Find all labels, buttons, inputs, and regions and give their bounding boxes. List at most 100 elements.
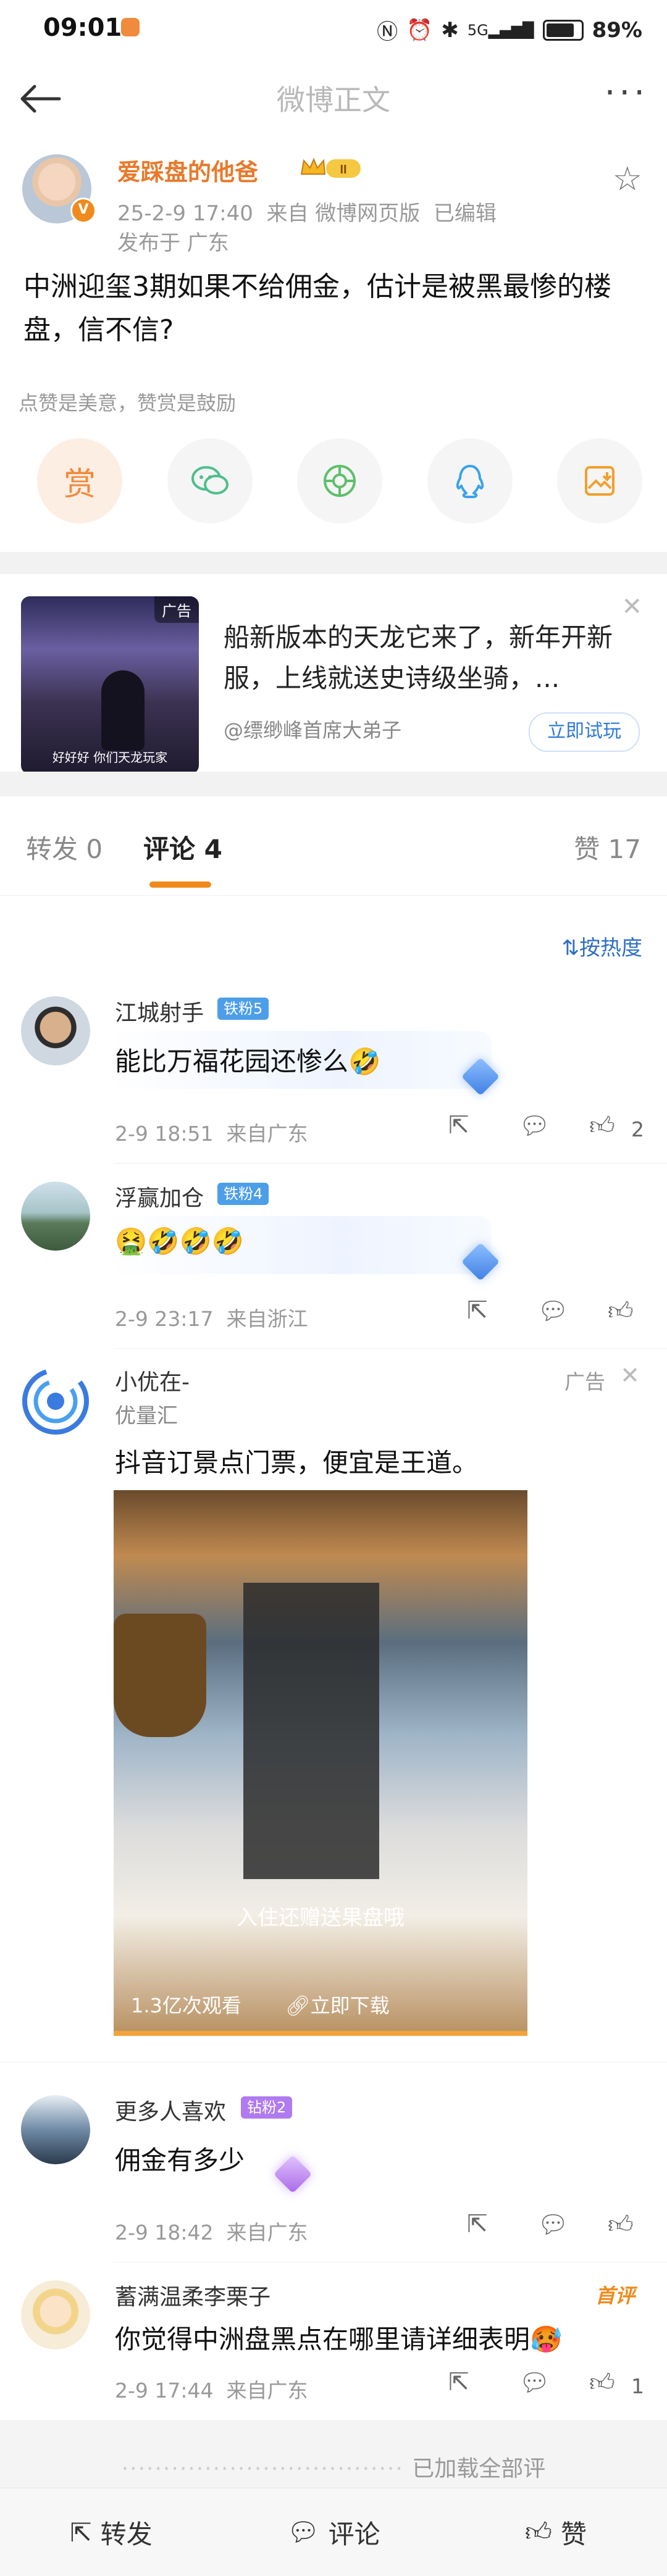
battery-percent: 89% [592, 17, 642, 43]
favorite-star-icon[interactable]: ☆ [613, 159, 642, 198]
ad-banner[interactable]: 广告 好好好 你们天龙玩家 船新版本的天龙它来了，新年开新服，上线就送史诗级坐骑… [0, 574, 667, 774]
sort-icon: ⇅ [561, 936, 580, 961]
close-icon[interactable]: ✕ [621, 593, 642, 621]
close-icon[interactable]: ✕ [620, 1362, 640, 1389]
comment-meta: 2-9 23:17 来自浙江 [115, 1307, 308, 1331]
tab-likes[interactable]: 赞 17 [574, 828, 641, 866]
comment-meta: 2-9 18:42 来自广东 [115, 2220, 308, 2245]
commenter-avatar[interactable] [21, 996, 90, 1065]
commenter-name[interactable]: 江城射手 [115, 995, 204, 1027]
first-comment-badge: 首评 [595, 2284, 635, 2307]
battery-icon [542, 19, 584, 41]
commenter-avatar[interactable] [21, 2095, 90, 2164]
repost-icon[interactable]: ⇱ [467, 1296, 488, 1325]
post-location: 发布于 广东 [117, 231, 229, 256]
reply-icon[interactable]: 💬︎ [519, 2368, 550, 2397]
comment-meta: 2-9 17:44 来自广东 [115, 2378, 308, 2403]
comment-icon: 💬︎ [287, 2517, 320, 2547]
video-progress [114, 2031, 527, 2036]
ad-tag: 广告 [154, 596, 199, 623]
interaction-tabs: 转发 0 评论 4 赞 17 [0, 796, 667, 896]
repost-icon[interactable]: ⇱ [448, 2368, 469, 2396]
comment-text: 能比万福花园还惨么🤣 [115, 1046, 381, 1077]
like-icon[interactable]: 👍︎ [608, 2210, 634, 2240]
diamond-icon [273, 2154, 313, 2194]
sort-by-hot[interactable]: ⇅按热度 [562, 931, 643, 961]
reward-icon[interactable]: 赏 [37, 438, 122, 523]
ad-tag: 广告 [564, 1370, 605, 1394]
video-caption: 入住还赠送果盘哦 [237, 1906, 405, 1930]
ad-try-button[interactable]: 立即试玩 [529, 712, 640, 752]
nfc-icon: Ⓝ [377, 20, 398, 44]
repost-icon: ⇱ [70, 2517, 92, 2548]
comment-text: 🤮🤣🤣🤣 [115, 1226, 245, 1256]
wechat-icon[interactable] [167, 438, 253, 523]
author-name[interactable]: 爱踩盘的他爸 [117, 153, 258, 187]
like-icon[interactable]: 👍︎ [589, 2368, 615, 2398]
ad-commenter-sub: 优量汇 [115, 1404, 178, 1428]
divider [115, 1163, 667, 1164]
tab-comments[interactable]: 评论 4 [143, 828, 222, 866]
status-time: 09:01 [43, 14, 122, 42]
svg-text:II: II [340, 163, 346, 177]
ad-source: @缥缈峰首席大弟子 [224, 719, 402, 742]
verified-icon: V [70, 198, 96, 223]
signal-icon: 5G▂▄▆█ [467, 21, 534, 39]
comment-text: 佣金有多少 [115, 2145, 245, 2175]
link-icon: 🔗︎ [285, 1994, 311, 2017]
ad-comment-text: 抖音订景点门票，便宜是王道。 [115, 1448, 479, 1478]
app-notification-icon [121, 18, 140, 36]
status-icons: Ⓝ ⏰ ✱ 5G▂▄▆█ 89% [377, 15, 642, 45]
fan-badge: 铁粉5 [217, 998, 269, 1020]
repost-icon[interactable]: ⇱ [448, 1111, 469, 1140]
fan-badge: 钻粉2 [241, 2096, 293, 2119]
reply-icon[interactable]: 💬︎ [537, 1296, 569, 1325]
comment-meta: 2-9 18:51 来自广东 [115, 1122, 308, 1146]
post-meta: 25-2-9 17:40 来自 微博网页版 已编辑 [117, 196, 497, 227]
ad-avatar[interactable] [21, 1367, 90, 1436]
reply-icon[interactable]: 💬︎ [537, 2210, 569, 2239]
repost-button[interactable]: ⇱ 转发 [0, 2488, 222, 2576]
commenter-avatar[interactable] [21, 1182, 90, 1251]
reward-tip: 点赞是美意，赞赏是鼓励 [19, 391, 237, 415]
post-text: 中洲迎玺3期如果不给佣金，估计是被黑最惨的楼盘，信不信? [23, 271, 611, 346]
like-icon[interactable]: 👍︎ [589, 1111, 615, 1141]
section-gap [0, 552, 667, 574]
tab-repost[interactable]: 转发 0 [26, 828, 103, 866]
ad-text: 船新版本的天龙它来了，新年开新服，上线就送史诗级坐骑，... [224, 622, 613, 693]
post-edited[interactable]: 已编辑 [434, 201, 497, 226]
download-link[interactable]: 🔗︎立即下载 [285, 1990, 390, 2019]
save-image-icon[interactable] [557, 438, 642, 523]
commenter-name[interactable]: 更多人喜欢 [115, 2094, 226, 2126]
moments-icon[interactable] [297, 438, 382, 523]
commenter-name[interactable]: 浮赢加仓 [115, 1180, 204, 1212]
tab-indicator [149, 882, 211, 888]
fan-badge: 铁粉4 [217, 1183, 269, 1205]
page-title: 微博正文 [277, 83, 390, 117]
post-card: V 爱踩盘的他爸 II 25-2-9 17:40 来自 微博网页版 已编辑 发布… [0, 136, 667, 549]
commenter-name[interactable]: 蓄满温柔李栗子 [115, 2279, 271, 2311]
repost-icon[interactable]: ⇱ [467, 2210, 488, 2238]
status-bar: 09:01 Ⓝ ⏰ ✱ 5G▂▄▆█ 89% [0, 0, 667, 62]
post-time: 25-2-9 17:40 [117, 201, 253, 226]
comment-button[interactable]: 💬︎ 评论 [222, 2488, 445, 2576]
divider [115, 1348, 667, 1349]
commenter-avatar[interactable] [21, 2280, 90, 2349]
nav-bar: 微博正文 ··· [0, 62, 667, 136]
ad-commenter-name[interactable]: 小优在- [115, 1364, 190, 1396]
reply-icon[interactable]: 💬︎ [519, 1111, 550, 1140]
bluetooth-icon: ✱ [441, 17, 459, 43]
share-row: 赏 [37, 438, 642, 523]
view-count: 1.3亿次观看 [131, 1994, 241, 2017]
like-icon[interactable]: 👍︎ [608, 1296, 634, 1326]
like-button[interactable]: 👍︎ 赞 [445, 2488, 667, 2576]
ad-video[interactable]: 入住还赠送果盘哦 1.3亿次观看 🔗︎立即下载 [114, 1490, 527, 2036]
ad-image[interactable]: 广告 好好好 你们天龙玩家 [21, 596, 199, 774]
comment-text: 你觉得中洲盘黑点在哪里请详细表明🥵 [115, 2324, 563, 2354]
more-icon[interactable]: ··· [605, 73, 648, 113]
qq-icon[interactable] [427, 438, 513, 523]
like-icon: 👍︎ [525, 2516, 552, 2547]
post-source: 来自 微博网页版 [266, 201, 421, 226]
bottom-action-bar: ⇱ 转发 💬︎ 评论 👍︎ 赞 [0, 2488, 667, 2576]
like-count: 1 [631, 2374, 644, 2398]
